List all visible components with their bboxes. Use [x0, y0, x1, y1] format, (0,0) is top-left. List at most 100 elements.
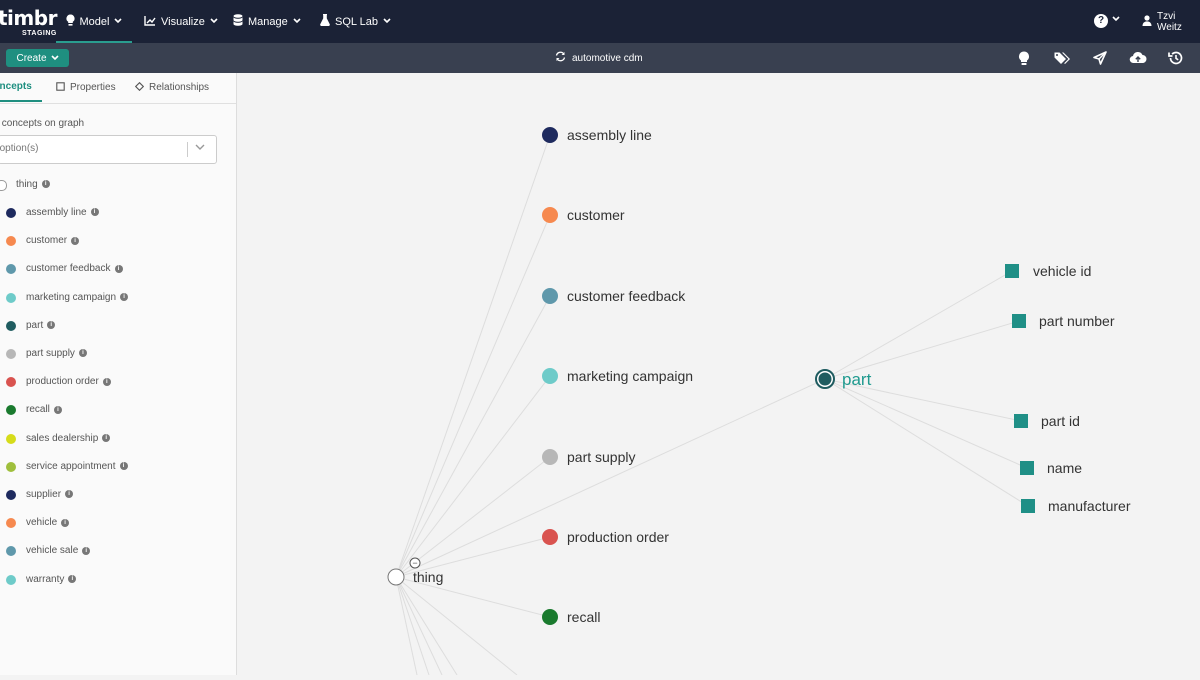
graph-node-dot: [542, 449, 558, 465]
graph-node-dot: [542, 207, 558, 223]
concept-label: assembly line i: [26, 207, 99, 218]
chevron-down-icon: [210, 17, 218, 26]
edge-thing-offscreen: [395, 576, 443, 676]
property-node-part-id[interactable]: part id: [1014, 413, 1080, 429]
graph-node-customer-feedback[interactable]: customer feedback: [542, 288, 686, 304]
property-label: name: [1047, 460, 1082, 476]
graph-node-label: production order: [567, 529, 669, 545]
edge-part-manufacturer: [824, 378, 1029, 507]
concept-label: part supply i: [26, 348, 87, 359]
property-label: part number: [1039, 313, 1115, 329]
create-button[interactable]: Create: [6, 49, 69, 67]
info-icon[interactable]: i: [71, 236, 80, 245]
info-icon[interactable]: i: [114, 264, 123, 273]
graph-node-production-order[interactable]: production order: [542, 529, 669, 545]
cloud-upload-icon[interactable]: [1128, 48, 1148, 68]
info-icon[interactable]: i: [90, 208, 99, 217]
help-menu[interactable]: ?: [1094, 13, 1120, 30]
chevron-down-icon: [50, 54, 59, 63]
graph-node-label: part: [842, 370, 872, 389]
graph-node-customer[interactable]: customer: [542, 207, 625, 223]
edge-thing-marketing-campaign: [395, 375, 551, 578]
nav-model-label: Model: [79, 15, 110, 28]
collapse-toggle[interactable]: −: [409, 557, 421, 569]
graph-node-thing[interactable]: thing: [387, 568, 443, 586]
concept-dot: [6, 546, 16, 557]
property-square-icon: [1014, 414, 1028, 428]
concept-dot: [6, 349, 16, 359]
info-icon[interactable]: i: [119, 462, 128, 471]
concept-label: supplier i: [26, 489, 74, 500]
tags-icon[interactable]: [1052, 48, 1072, 68]
graph-node-label: thing: [413, 569, 443, 585]
info-icon[interactable]: i: [78, 349, 87, 358]
concept-dot: [6, 461, 16, 472]
history-icon[interactable]: [1166, 48, 1186, 68]
filter-label: Show concepts on graph: [0, 118, 85, 129]
chevron-down-icon: [195, 143, 205, 153]
concept-dot: [6, 320, 16, 331]
concept-filter-select[interactable]: Select option(s): [0, 135, 217, 164]
user-menu[interactable]: Tzvi Weitz: [1142, 0, 1200, 43]
property-node-name[interactable]: name: [1020, 460, 1082, 476]
concept-label: service appointment i: [26, 461, 128, 472]
info-icon[interactable]: i: [68, 574, 77, 583]
graph-node-marketing-campaign[interactable]: marketing campaign: [542, 368, 693, 384]
timbr-logo[interactable]: timbr STAGING: [0, 6, 57, 40]
info-icon[interactable]: i: [102, 433, 111, 442]
nav-visualize[interactable]: Visualize: [144, 0, 218, 43]
graph-node-part-supply[interactable]: part supply: [542, 449, 635, 465]
property-node-manufacturer[interactable]: manufacturer: [1021, 498, 1131, 514]
nav-manage[interactable]: Manage: [233, 0, 301, 43]
graph-canvas[interactable]: assembly line customer customer feedback ma…: [237, 73, 1200, 676]
edge-thing-offscreen: [395, 576, 458, 676]
lightbulb-icon[interactable]: [1014, 48, 1034, 68]
graph-node-recall[interactable]: recall: [542, 609, 600, 625]
graph-node-label: assembly line: [567, 127, 652, 143]
model-switcher[interactable]: automotive cdm: [555, 43, 643, 73]
edge-thing-customer-feedback: [395, 295, 551, 578]
concept-label: warranty i: [26, 574, 77, 585]
property-label: manufacturer: [1048, 498, 1131, 514]
graph-node-label: recall: [567, 609, 600, 625]
property-square-icon: [1021, 499, 1035, 513]
concept-dot: [0, 180, 7, 191]
graph-node-dot: [818, 372, 832, 386]
concept-dot: [6, 490, 16, 500]
send-icon[interactable]: [1090, 48, 1110, 68]
graph-node-dot: [542, 288, 558, 304]
tab-concepts[interactable]: Concepts: [0, 73, 42, 102]
info-icon[interactable]: i: [82, 546, 91, 555]
collapse-label: −: [412, 558, 417, 568]
info-icon[interactable]: i: [41, 180, 50, 189]
tab-properties[interactable]: Properties: [56, 73, 116, 102]
info-icon[interactable]: i: [120, 292, 129, 301]
chevron-down-icon: [293, 17, 301, 26]
diamond-icon: [134, 81, 145, 94]
chevron-down-icon: [383, 17, 391, 26]
info-icon[interactable]: i: [102, 377, 111, 386]
property-square-icon: [1020, 461, 1034, 475]
concept-label: customer feedback i: [26, 263, 123, 274]
concept-label: vehicle i: [26, 517, 70, 528]
graph-node-assembly-line[interactable]: assembly line: [542, 127, 652, 143]
concept-graph[interactable]: assembly line customer customer feedback ma…: [237, 73, 1200, 676]
info-icon[interactable]: i: [53, 405, 62, 414]
info-icon[interactable]: i: [65, 490, 74, 499]
graph-node-dot: [387, 568, 405, 586]
graph-node-part[interactable]: part: [815, 369, 872, 389]
concept-dot: [6, 574, 16, 585]
concept-dot: [6, 518, 16, 529]
info-icon[interactable]: i: [47, 321, 56, 330]
concept-label: customer i: [26, 235, 80, 246]
property-node-part-number[interactable]: part number: [1012, 313, 1115, 329]
concept-label: part i: [26, 320, 56, 331]
info-icon[interactable]: i: [61, 518, 70, 527]
concept-dot: [6, 405, 16, 416]
nav-sql-lab-label: SQL Lab: [335, 15, 379, 28]
tab-relationships[interactable]: Relationships: [134, 73, 209, 102]
nav-sql-lab[interactable]: SQL Lab: [320, 0, 391, 43]
property-node-vehicle-id[interactable]: vehicle id: [1005, 263, 1091, 279]
sync-icon: [555, 51, 566, 65]
nav-model[interactable]: Model: [56, 0, 132, 43]
